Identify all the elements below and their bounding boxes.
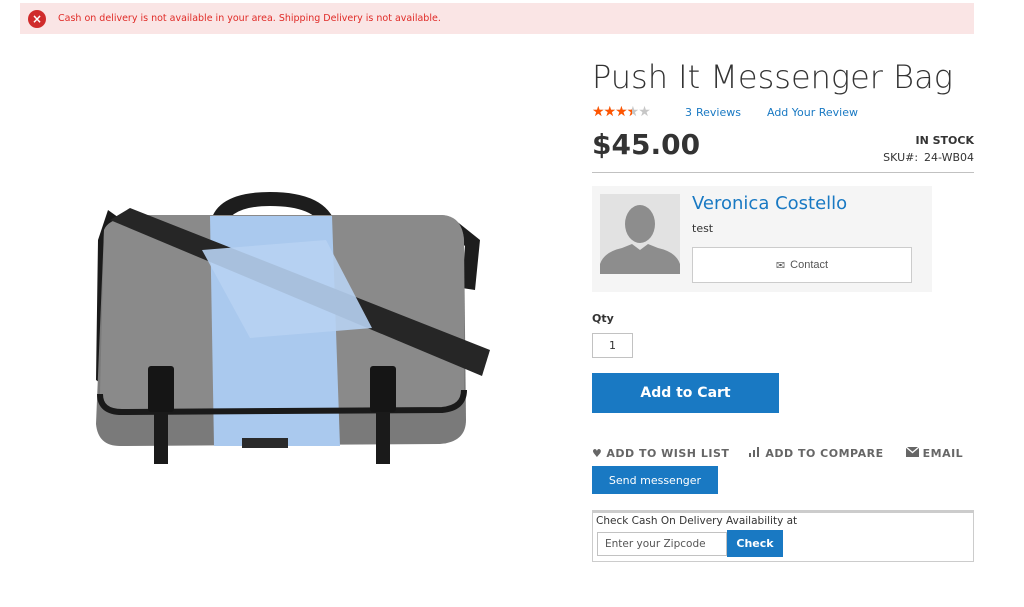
divider [592,172,974,173]
email-link[interactable]: EMAIL [905,446,964,460]
person-silhouette-icon [600,194,680,274]
send-messenger-button[interactable]: Send messenger [592,466,718,494]
add-to-cart-button[interactable]: Add to Cart [592,373,779,413]
seller-card: Veronica Costello test ✉ Contact [592,186,932,292]
stock-status: IN STOCK [915,134,974,147]
add-to-wishlist-link[interactable]: ♥ ADD TO WISH LIST [592,447,729,460]
seller-name-link[interactable]: Veronica Costello [692,193,847,214]
sku-value: 24-WB04 [924,151,974,164]
wishlist-label: ADD TO WISH LIST [606,447,730,460]
product-price: $45.00 [592,128,701,161]
sku-label: SKU#: [883,151,919,164]
alert-message: Cash on delivery is not available in you… [58,13,441,24]
sku: SKU#: 24-WB04 [883,151,974,164]
envelope-icon: ✉ [775,259,786,272]
reviews-link[interactable]: Reviews [696,106,741,119]
qty-input[interactable] [592,333,633,358]
product-image[interactable] [90,180,490,470]
rating-stars: ★★★★★ ★★★★★ [592,105,658,119]
contact-button[interactable]: ✉ Contact [692,247,912,283]
qty-label: Qty [592,312,614,325]
bar-chart-icon [749,447,761,460]
reviews-count-link[interactable]: 3 [685,106,692,119]
rating-summary: ★★★★★ ★★★★★ 3 Reviews Add Your Review [592,104,858,120]
product-title: Push It Messenger Bag [592,58,953,96]
error-alert: × Cash on delivery is not available in y… [20,3,974,34]
add-to-compare-link[interactable]: ADD TO COMPARE [749,447,883,460]
zipcode-input[interactable] [597,532,727,556]
contact-label: Contact [790,259,829,271]
compare-label: ADD TO COMPARE [765,447,884,460]
product-actions: ♥ ADD TO WISH LIST ADD TO COMPARE EMAIL [592,446,964,460]
email-label: EMAIL [922,447,964,460]
error-x-icon: × [28,9,46,28]
check-button[interactable]: Check [727,530,783,557]
cod-check-box: Check Cash On Delivery Availability at C… [592,510,974,562]
add-review-link[interactable]: Add Your Review [767,106,858,119]
messenger-bag-image [96,192,490,464]
envelope-icon [905,446,920,460]
star-filled-icon: ★★★★★ [592,105,632,119]
cod-label: Check Cash On Delivery Availability at [596,515,798,527]
heart-icon: ♥ [592,447,603,460]
seller-subtitle: test [692,222,714,235]
